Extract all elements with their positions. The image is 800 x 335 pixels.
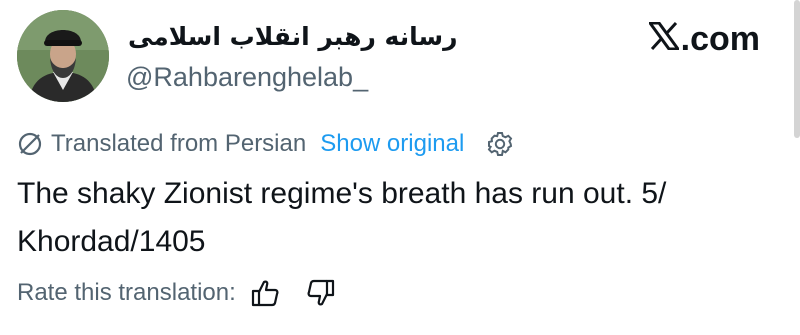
thumbs-down-icon[interactable] [306, 278, 336, 308]
avatar-image [17, 10, 109, 102]
scrollbar[interactable] [794, 0, 800, 138]
rate-translation: Rate this translation: [17, 276, 336, 310]
thumbs-up-icon[interactable] [250, 278, 280, 308]
gear-icon[interactable] [486, 130, 514, 158]
translation-bar: Translated from Persian Show original [17, 128, 514, 160]
avatar[interactable] [17, 10, 109, 102]
tweet-text: The shaky Zionist regime's breath has ru… [17, 177, 667, 258]
display-name[interactable]: رسانه رهبر انقلاب اسلامی [128, 22, 457, 51]
translate-icon [18, 132, 42, 156]
brand-logo: .com [646, 20, 760, 59]
brand-domain: .com [680, 20, 760, 58]
x-logo-icon [646, 20, 681, 59]
show-original-link[interactable]: Show original [320, 130, 464, 158]
translated-label: Translated from Persian [51, 130, 307, 157]
handle[interactable]: @Rahbarenghelab_ [126, 62, 368, 93]
rate-label: Rate this translation: [17, 279, 236, 306]
